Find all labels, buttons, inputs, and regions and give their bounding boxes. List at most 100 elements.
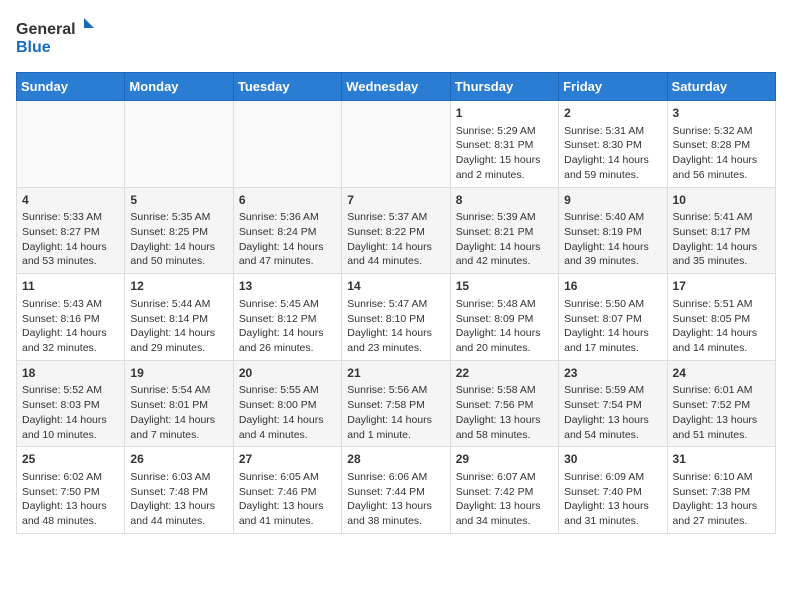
- weekday-header-sunday: Sunday: [17, 73, 125, 101]
- day-info: Sunrise: 6:09 AM Sunset: 7:40 PM Dayligh…: [564, 471, 649, 527]
- svg-text:Blue: Blue: [16, 39, 51, 56]
- calendar-table: SundayMondayTuesdayWednesdayThursdayFrid…: [16, 72, 776, 534]
- calendar-week-1: 1 Sunrise: 5:29 AM Sunset: 8:31 PM Daylig…: [17, 101, 776, 188]
- calendar-cell: 19Sunrise: 5:54 AM Sunset: 8:01 PM Dayli…: [125, 360, 233, 447]
- day-number: 12: [130, 278, 227, 295]
- day-number: 3: [673, 105, 770, 122]
- day-info: Sunrise: 6:05 AM Sunset: 7:46 PM Dayligh…: [239, 471, 324, 527]
- day-number: 8: [456, 192, 553, 209]
- day-info: Sunrise: 5:41 AM Sunset: 8:17 PM Dayligh…: [673, 211, 758, 267]
- weekday-header-friday: Friday: [559, 73, 667, 101]
- calendar-cell: 26 Sunrise: 6:03 AM Sunset: 7:48 PM Dayli…: [125, 447, 233, 534]
- calendar-cell: [17, 101, 125, 188]
- day-number: 26: [130, 451, 227, 468]
- day-info: Sunrise: 6:02 AM Sunset: 7:50 PM Dayligh…: [22, 471, 107, 527]
- calendar-cell: 16 Sunrise: 5:50 AM Sunset: 8:07 PM Dayli…: [559, 274, 667, 361]
- day-info: Sunrise: 5:44 AM Sunset: 8:14 PM Dayligh…: [130, 298, 215, 354]
- day-info: Sunrise: 5:32 AM Sunset: 8:28 PM Dayligh…: [673, 125, 758, 181]
- calendar-cell: 6 Sunrise: 5:36 AM Sunset: 8:24 PM Daylig…: [233, 187, 341, 274]
- day-info: Sunrise: 5:31 AM Sunset: 8:30 PM Dayligh…: [564, 125, 649, 181]
- day-info: Sunrise: 6:06 AM Sunset: 7:44 PM Dayligh…: [347, 471, 432, 527]
- calendar-cell: [233, 101, 341, 188]
- day-info: Sunrise: 5:50 AM Sunset: 8:07 PM Dayligh…: [564, 298, 649, 354]
- calendar-week-3: 11 Sunrise: 5:43 AM Sunset: 8:16 PM Dayli…: [17, 274, 776, 361]
- day-number: 21: [347, 365, 444, 382]
- day-info: Sunrise: 5:54 AM Sunset: 8:01 PM Dayligh…: [130, 384, 215, 440]
- calendar-cell: 27 Sunrise: 6:05 AM Sunset: 7:46 PM Dayli…: [233, 447, 341, 534]
- calendar-cell: 11 Sunrise: 5:43 AM Sunset: 8:16 PM Dayli…: [17, 274, 125, 361]
- day-number: 17: [673, 278, 770, 295]
- day-info: Sunrise: 5:48 AM Sunset: 8:09 PM Dayligh…: [456, 298, 541, 354]
- day-number: 4: [22, 192, 119, 209]
- day-info: Sunrise: 5:29 AM Sunset: 8:31 PM Dayligh…: [456, 125, 541, 181]
- calendar-cell: 15 Sunrise: 5:48 AM Sunset: 8:09 PM Dayli…: [450, 274, 558, 361]
- day-number: 1: [456, 105, 553, 122]
- calendar-cell: 12 Sunrise: 5:44 AM Sunset: 8:14 PM Dayli…: [125, 274, 233, 361]
- day-number: 18: [22, 365, 119, 382]
- day-info: Sunrise: 6:01 AM Sunset: 7:52 PM Dayligh…: [673, 384, 758, 440]
- day-number: 28: [347, 451, 444, 468]
- calendar-cell: 10 Sunrise: 5:41 AM Sunset: 8:17 PM Dayli…: [667, 187, 775, 274]
- day-number: 6: [239, 192, 336, 209]
- day-info: Sunrise: 6:10 AM Sunset: 7:38 PM Dayligh…: [673, 471, 758, 527]
- calendar-cell: 7Sunrise: 5:37 AM Sunset: 8:22 PM Daylig…: [342, 187, 450, 274]
- weekday-header-monday: Monday: [125, 73, 233, 101]
- day-info: Sunrise: 5:45 AM Sunset: 8:12 PM Dayligh…: [239, 298, 324, 354]
- weekday-header-tuesday: Tuesday: [233, 73, 341, 101]
- day-number: 25: [22, 451, 119, 468]
- day-number: 10: [673, 192, 770, 209]
- day-number: 29: [456, 451, 553, 468]
- calendar-cell: 18Sunrise: 5:52 AM Sunset: 8:03 PM Dayli…: [17, 360, 125, 447]
- day-info: Sunrise: 5:55 AM Sunset: 8:00 PM Dayligh…: [239, 384, 324, 440]
- calendar-cell: 13 Sunrise: 5:45 AM Sunset: 8:12 PM Dayli…: [233, 274, 341, 361]
- day-number: 27: [239, 451, 336, 468]
- calendar-cell: 20 Sunrise: 5:55 AM Sunset: 8:00 PM Dayli…: [233, 360, 341, 447]
- day-info: Sunrise: 5:56 AM Sunset: 7:58 PM Dayligh…: [347, 384, 432, 440]
- day-info: Sunrise: 6:03 AM Sunset: 7:48 PM Dayligh…: [130, 471, 215, 527]
- day-number: 16: [564, 278, 661, 295]
- calendar-cell: 3 Sunrise: 5:32 AM Sunset: 8:28 PM Daylig…: [667, 101, 775, 188]
- day-info: Sunrise: 5:40 AM Sunset: 8:19 PM Dayligh…: [564, 211, 649, 267]
- day-info: Sunrise: 5:35 AM Sunset: 8:25 PM Dayligh…: [130, 211, 215, 267]
- calendar-week-2: 4Sunrise: 5:33 AM Sunset: 8:27 PM Daylig…: [17, 187, 776, 274]
- day-number: 11: [22, 278, 119, 295]
- day-number: 24: [673, 365, 770, 382]
- weekday-header-wednesday: Wednesday: [342, 73, 450, 101]
- day-info: Sunrise: 5:43 AM Sunset: 8:16 PM Dayligh…: [22, 298, 107, 354]
- day-number: 23: [564, 365, 661, 382]
- calendar-cell: [342, 101, 450, 188]
- calendar-cell: 25 Sunrise: 6:02 AM Sunset: 7:50 PM Dayli…: [17, 447, 125, 534]
- calendar-cell: 21 Sunrise: 5:56 AM Sunset: 7:58 PM Dayli…: [342, 360, 450, 447]
- day-number: 15: [456, 278, 553, 295]
- day-info: Sunrise: 5:36 AM Sunset: 8:24 PM Dayligh…: [239, 211, 324, 267]
- svg-text:General: General: [16, 21, 76, 38]
- calendar-week-4: 18Sunrise: 5:52 AM Sunset: 8:03 PM Dayli…: [17, 360, 776, 447]
- day-number: 7: [347, 192, 444, 209]
- weekday-header-saturday: Saturday: [667, 73, 775, 101]
- calendar-cell: 24 Sunrise: 6:01 AM Sunset: 7:52 PM Dayli…: [667, 360, 775, 447]
- day-number: 22: [456, 365, 553, 382]
- day-info: Sunrise: 5:39 AM Sunset: 8:21 PM Dayligh…: [456, 211, 541, 267]
- calendar-cell: 17Sunrise: 5:51 AM Sunset: 8:05 PM Dayli…: [667, 274, 775, 361]
- calendar-cell: 9Sunrise: 5:40 AM Sunset: 8:19 PM Daylig…: [559, 187, 667, 274]
- calendar-week-5: 25 Sunrise: 6:02 AM Sunset: 7:50 PM Dayli…: [17, 447, 776, 534]
- calendar-cell: 28 Sunrise: 6:06 AM Sunset: 7:44 PM Dayli…: [342, 447, 450, 534]
- calendar-cell: 14Sunrise: 5:47 AM Sunset: 8:10 PM Dayli…: [342, 274, 450, 361]
- day-number: 31: [673, 451, 770, 468]
- day-info: Sunrise: 5:59 AM Sunset: 7:54 PM Dayligh…: [564, 384, 649, 440]
- calendar-cell: 2 Sunrise: 5:31 AM Sunset: 8:30 PM Daylig…: [559, 101, 667, 188]
- day-number: 2: [564, 105, 661, 122]
- calendar-cell: [125, 101, 233, 188]
- page-header: GeneralBlue: [16, 16, 776, 60]
- calendar-cell: 5Sunrise: 5:35 AM Sunset: 8:25 PM Daylig…: [125, 187, 233, 274]
- day-info: Sunrise: 6:07 AM Sunset: 7:42 PM Dayligh…: [456, 471, 541, 527]
- day-number: 14: [347, 278, 444, 295]
- calendar-cell: 4Sunrise: 5:33 AM Sunset: 8:27 PM Daylig…: [17, 187, 125, 274]
- calendar-cell: 29 Sunrise: 6:07 AM Sunset: 7:42 PM Dayli…: [450, 447, 558, 534]
- weekday-header-thursday: Thursday: [450, 73, 558, 101]
- calendar-cell: 31 Sunrise: 6:10 AM Sunset: 7:38 PM Dayli…: [667, 447, 775, 534]
- calendar-header-row: SundayMondayTuesdayWednesdayThursdayFrid…: [17, 73, 776, 101]
- day-number: 13: [239, 278, 336, 295]
- day-number: 30: [564, 451, 661, 468]
- day-number: 20: [239, 365, 336, 382]
